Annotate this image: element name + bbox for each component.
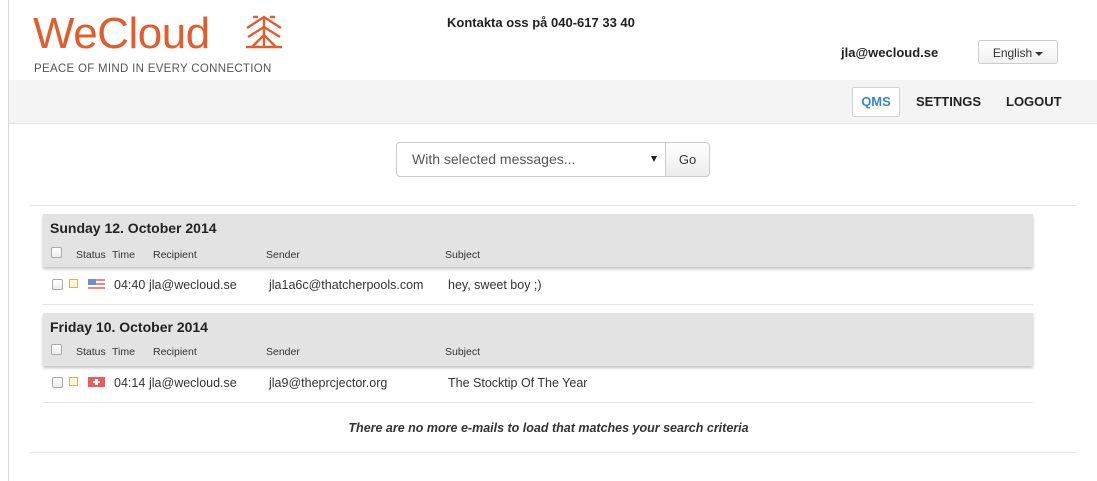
- message-subject[interactable]: hey, sweet boy ;): [448, 278, 542, 292]
- message-subject[interactable]: The Stocktip Of The Year: [448, 376, 587, 390]
- message-checkbox[interactable]: [52, 279, 63, 290]
- message-checkbox[interactable]: [52, 377, 63, 388]
- col-subject[interactable]: Subject: [445, 346, 480, 358]
- dropdown-arrow-icon: [651, 156, 657, 162]
- message-row[interactable]: 04:40 jla@wecloud.se jla1a6c@thatcherpoo…: [43, 268, 1033, 305]
- bulk-action-value: With selected messages...: [412, 151, 576, 167]
- main-navbar: QMS SETTINGS LOGOUT: [9, 80, 1097, 124]
- caret-down-icon: [1035, 51, 1044, 56]
- col-sender[interactable]: Sender: [266, 346, 300, 358]
- divider: [30, 452, 1076, 453]
- col-status[interactable]: Status: [76, 346, 106, 358]
- col-sender[interactable]: Sender: [266, 249, 300, 261]
- group-date: Friday 10. October 2014: [50, 319, 208, 335]
- language-dropdown[interactable]: English: [978, 40, 1058, 64]
- no-more-results-message: There are no more e-mails to load that m…: [348, 421, 749, 435]
- logo-wordmark: WeCloud: [33, 12, 210, 56]
- group-date: Sunday 12. October 2014: [50, 220, 217, 236]
- message-sender: jla9@theprcjector.org: [269, 376, 388, 390]
- nav-qms[interactable]: QMS: [852, 80, 900, 123]
- logo-tagline: PEACE OF MIND IN EVERY CONNECTION: [34, 63, 272, 75]
- swiss-flag-icon: [88, 377, 105, 387]
- contact-phone: Kontakta oss på 040-617 33 40: [447, 15, 635, 30]
- language-label: English: [992, 46, 1033, 60]
- date-group-header: Sunday 12. October 2014 Status Time Reci…: [43, 214, 1033, 267]
- col-time[interactable]: Time: [112, 249, 135, 261]
- logo-mark-icon: [246, 15, 282, 49]
- nav-settings[interactable]: SETTINGS: [916, 80, 981, 123]
- date-group-header: Friday 10. October 2014 Status Time Reci…: [43, 313, 1033, 366]
- divider: [30, 205, 1076, 206]
- bulk-action-select[interactable]: With selected messages...: [396, 142, 666, 177]
- star-icon[interactable]: [69, 279, 78, 288]
- col-recipient[interactable]: Recipient: [153, 346, 197, 358]
- col-subject[interactable]: Subject: [445, 249, 480, 261]
- message-row[interactable]: 04:14 jla@wecloud.se jla9@theprcjector.o…: [43, 366, 1033, 403]
- logo-we: We: [33, 9, 98, 58]
- select-all-checkbox[interactable]: [51, 247, 62, 258]
- col-time[interactable]: Time: [112, 346, 135, 358]
- col-recipient[interactable]: Recipient: [153, 249, 197, 261]
- nav-qms-label: QMS: [861, 94, 891, 109]
- select-all-checkbox[interactable]: [51, 344, 62, 355]
- page-border: [8, 0, 9, 481]
- message-recipient: jla@wecloud.se: [149, 376, 237, 390]
- message-sender: jla1a6c@thatcherpools.com: [269, 278, 424, 292]
- user-email: jla@wecloud.se: [841, 45, 939, 60]
- logo-cloud: Cloud: [97, 9, 210, 58]
- message-recipient: jla@wecloud.se: [149, 278, 237, 292]
- message-time: 04:14: [114, 376, 146, 390]
- nav-logout[interactable]: LOGOUT: [1006, 80, 1062, 123]
- col-status[interactable]: Status: [76, 249, 106, 261]
- wecloud-logo[interactable]: WeCloud PEACE OF MIND IN EVERY CONNECTIO…: [33, 12, 282, 75]
- star-icon[interactable]: [69, 377, 78, 386]
- go-button[interactable]: Go: [665, 142, 710, 177]
- us-flag-icon: [88, 279, 105, 289]
- message-time: 04:40: [114, 278, 146, 292]
